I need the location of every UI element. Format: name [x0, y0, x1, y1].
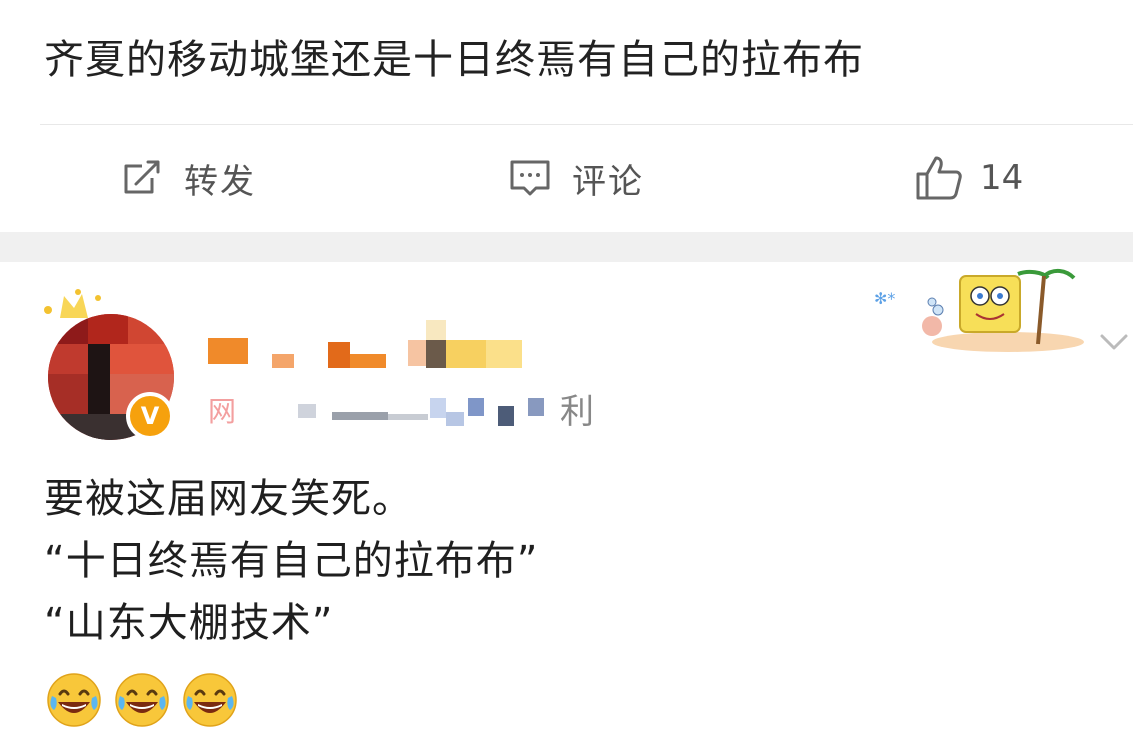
chevron-down-icon[interactable]	[1096, 324, 1132, 360]
emoji-row	[46, 672, 238, 728]
laugh-cry-emoji-icon	[183, 673, 237, 727]
comment-button[interactable]: 评论	[508, 154, 644, 202]
reply-line: “十日终焉有自己的拉布布”	[44, 538, 539, 584]
reply-line: 要被这届网友笑死。	[44, 476, 413, 522]
divider	[40, 124, 1133, 125]
thumbs-up-icon	[914, 154, 964, 202]
reply-body: 要被这届网友笑死。 “十日终焉有自己的拉布布” “山东大棚技术”	[44, 468, 538, 654]
username-redacted[interactable]	[208, 320, 538, 380]
avatar-wrap[interactable]: V	[40, 284, 180, 440]
section-separator	[0, 232, 1133, 262]
meta-redacted	[208, 386, 608, 434]
repost-icon	[120, 156, 164, 200]
laugh-cry-emoji-icon	[47, 673, 101, 727]
comment-label: 评论	[572, 161, 644, 202]
post-card-top: 齐夏的移动城堡还是十日终焉有自己的拉布布 转发 评论 14	[0, 0, 1133, 232]
post-card-reply: V 网 利 ✻* 要被这届网友笑死。 “十日终焉有自己的拉布布” “山东大棚技术…	[0, 262, 1133, 755]
action-bar: 转发 评论 14	[0, 126, 1133, 230]
post-text: 齐夏的移动城堡还是十日终焉有自己的拉布布	[44, 37, 864, 83]
meta-tail: 利	[560, 392, 594, 432]
comment-icon	[508, 156, 552, 200]
like-button[interactable]: 14	[914, 154, 1023, 202]
laugh-cry-emoji-icon	[115, 673, 169, 727]
verified-badge-icon: V	[126, 392, 174, 440]
reply-line: “山东大棚技术”	[44, 600, 334, 646]
svg-text:✻*: ✻*	[874, 289, 895, 308]
spongebob-sticker-icon: ✻*	[874, 269, 1084, 352]
repost-button[interactable]: 转发	[120, 154, 256, 202]
repost-label: 转发	[184, 161, 256, 202]
like-count: 14	[980, 158, 1024, 198]
